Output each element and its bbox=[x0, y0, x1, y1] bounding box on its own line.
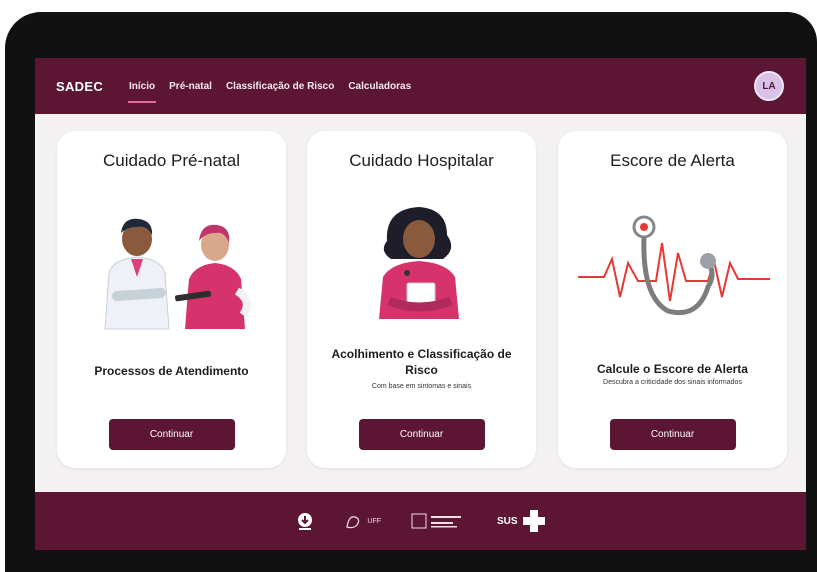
ministry-logo bbox=[411, 510, 467, 532]
nav-item-pre-natal[interactable]: Pré-natal bbox=[169, 77, 212, 96]
card-subtitle: Processos de Atendimento bbox=[94, 364, 249, 378]
sus-logo: SUS bbox=[497, 509, 546, 533]
card-subtitle: Acolhimento e Classificação de Risco bbox=[331, 347, 512, 377]
card-description: Com base em sintomas e sinais bbox=[371, 383, 472, 390]
card-prenatal: Cuidado Pré-natal Processos de Atendimen… bbox=[57, 131, 286, 468]
nav-item-calculadoras[interactable]: Calculadoras bbox=[348, 77, 411, 96]
uff-logo: UFF bbox=[345, 513, 381, 529]
uff-logo-text: UFF bbox=[367, 517, 382, 525]
continue-button-hospital[interactable]: Continuar bbox=[358, 419, 485, 450]
nurse-illustration bbox=[379, 207, 459, 319]
sus-cross-icon bbox=[522, 510, 545, 532]
brand-logo[interactable]: SADEC bbox=[56, 79, 103, 94]
nav-item-classificacao-risco[interactable]: Classificação de Risco bbox=[226, 77, 334, 96]
card-title: Escore de Alerta bbox=[610, 151, 735, 170]
card-alert-score: Escore de Alerta Calcule o Escore de Ale… bbox=[558, 131, 787, 468]
footer: UFF SUS bbox=[35, 492, 806, 550]
card-title: Cuidado Hospitalar bbox=[349, 151, 494, 170]
download-app-icon[interactable] bbox=[295, 511, 315, 531]
continue-button-prenatal[interactable]: Continuar bbox=[108, 419, 235, 450]
card-subtitle: Calcule o Escore de Alerta bbox=[597, 362, 748, 376]
main-nav: Início Pré-natal Classificação de Risco … bbox=[128, 77, 411, 103]
sus-logo-text: SUS bbox=[497, 515, 518, 527]
nav-item-inicio[interactable]: Início bbox=[128, 77, 157, 103]
cards-row: Cuidado Pré-natal Processos de Atendimen… bbox=[57, 131, 787, 471]
card-title: Cuidado Pré-natal bbox=[102, 151, 241, 170]
app-screen: SADEC Início Pré-natal Classificação de … bbox=[35, 58, 806, 550]
continue-button-alert-score[interactable]: Continuar bbox=[609, 419, 736, 450]
card-description: Descubra a criticidade dos sinais inform… bbox=[603, 379, 742, 386]
stethoscope-heartbeat-illustration bbox=[578, 215, 770, 315]
card-hospital: Cuidado Hospitalar Acolhimento e Classif… bbox=[307, 131, 536, 468]
top-navbar: SADEC Início Pré-natal Classificação de … bbox=[35, 58, 806, 114]
doctor-nurse-illustration bbox=[104, 218, 251, 330]
tablet-frame: SADEC Início Pré-natal Classificação de … bbox=[5, 12, 817, 572]
user-avatar[interactable]: LA bbox=[754, 71, 784, 101]
